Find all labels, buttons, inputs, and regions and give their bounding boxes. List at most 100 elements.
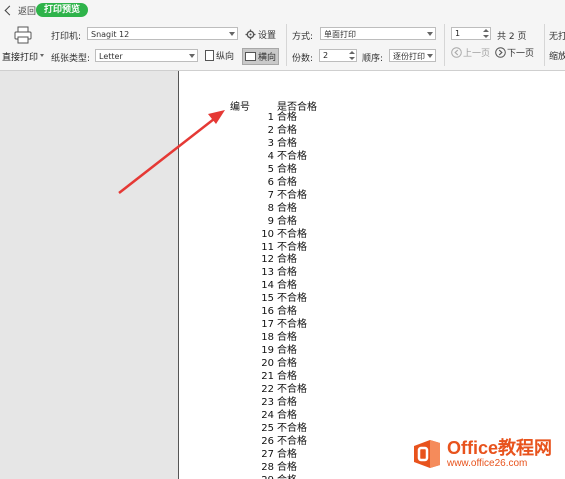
table-row: 3 合格 bbox=[179, 137, 359, 150]
back-button[interactable]: 返回 bbox=[4, 3, 36, 17]
row-pass-status: 合格 bbox=[277, 371, 297, 382]
row-number: 8 bbox=[267, 202, 274, 214]
table-row: 28 合格 bbox=[179, 461, 359, 474]
table-row: 9 合格 bbox=[179, 215, 359, 228]
page-number-stepper[interactable]: 1 bbox=[451, 27, 491, 40]
prev-page-button[interactable]: 上一页 bbox=[451, 46, 490, 59]
table-row: 11 不合格 bbox=[179, 241, 359, 254]
table-row: 5 合格 bbox=[179, 163, 359, 176]
table-row: 6 合格 bbox=[179, 176, 359, 189]
settings-button[interactable]: 设置 bbox=[245, 28, 276, 41]
print-direct-label: 直接打印 bbox=[2, 53, 39, 63]
landscape-button[interactable]: 横向 bbox=[242, 48, 280, 65]
table-row: 23 合格 bbox=[179, 396, 359, 409]
office-logo-icon bbox=[413, 440, 440, 468]
top-bar: 返回 打印预览 bbox=[0, 0, 565, 20]
row-number: 19 bbox=[261, 345, 274, 357]
print-direct-button[interactable]: 直接打印 bbox=[2, 24, 46, 64]
cut-label-top[interactable]: 无打 bbox=[549, 29, 565, 42]
row-pass-status: 合格 bbox=[277, 461, 297, 473]
table-row: 21 合格 bbox=[179, 370, 359, 383]
row-pass-status: 合格 bbox=[277, 409, 297, 421]
separator bbox=[544, 24, 545, 66]
row-pass-status: 不合格 bbox=[277, 228, 307, 240]
row-number: 23 bbox=[261, 396, 274, 408]
arrow-right-circle-icon bbox=[495, 47, 506, 58]
table-row: 25 不合格 bbox=[179, 422, 359, 435]
table-row: 15 不合格 bbox=[179, 292, 359, 305]
table-row: 20 合格 bbox=[179, 357, 359, 370]
next-page-label: 下一页 bbox=[507, 49, 535, 59]
printer-label: 打印机: bbox=[51, 32, 82, 42]
table-row: 16 合格 bbox=[179, 305, 359, 318]
row-number: 6 bbox=[267, 176, 274, 188]
row-number: 11 bbox=[261, 241, 274, 253]
row-number: 18 bbox=[261, 332, 274, 344]
table-row: 8 合格 bbox=[179, 202, 359, 215]
copies-value: 2 bbox=[323, 51, 329, 60]
row-pass-status: 合格 bbox=[277, 306, 297, 318]
prev-page-label: 上一页 bbox=[463, 49, 491, 59]
row-pass-status: 合格 bbox=[277, 358, 297, 370]
portrait-label: 纵向 bbox=[216, 52, 235, 62]
row-number: 20 bbox=[261, 358, 274, 370]
portrait-button[interactable]: 纵向 bbox=[205, 49, 234, 62]
table-row: 2 合格 bbox=[179, 124, 359, 137]
watermark-logo: Office教程网 www.office26.com bbox=[410, 437, 552, 471]
landscape-icon bbox=[245, 52, 256, 61]
row-pass-status: 合格 bbox=[277, 332, 297, 344]
row-number: 7 bbox=[267, 189, 274, 201]
order-select[interactable]: 逐份打印 bbox=[389, 49, 436, 62]
total-pages: 共 2 页 bbox=[497, 32, 527, 42]
preview-left-margin bbox=[0, 71, 177, 479]
printer-value: Snagit 12 bbox=[91, 30, 130, 39]
row-number: 22 bbox=[261, 383, 274, 395]
row-number: 24 bbox=[261, 409, 274, 421]
back-label: 返回 bbox=[18, 6, 37, 17]
row-number: 13 bbox=[261, 267, 274, 279]
copies-stepper[interactable]: 2 bbox=[319, 49, 357, 62]
table-row: 7 不合格 bbox=[179, 189, 359, 202]
row-number: 26 bbox=[261, 435, 274, 447]
table-row: 4 不合格 bbox=[179, 150, 359, 163]
table-row: 13 合格 bbox=[179, 266, 359, 279]
printer-icon bbox=[14, 26, 32, 44]
next-page-button[interactable]: 下一页 bbox=[495, 46, 534, 59]
row-pass-status: 合格 bbox=[277, 254, 297, 266]
table-row: 18 合格 bbox=[179, 331, 359, 344]
row-pass-status: 不合格 bbox=[277, 422, 307, 434]
separator bbox=[286, 24, 287, 66]
row-pass-status: 不合格 bbox=[277, 383, 307, 395]
tab-print-preview[interactable]: 打印预览 bbox=[36, 3, 89, 17]
row-pass-status: 合格 bbox=[277, 124, 297, 136]
row-number: 25 bbox=[261, 422, 274, 434]
row-pass-status: 不合格 bbox=[277, 319, 307, 331]
row-pass-status: 合格 bbox=[277, 448, 297, 460]
paper-value: Letter bbox=[99, 52, 123, 61]
stepper-arrows[interactable] bbox=[483, 28, 489, 39]
stepper-arrows[interactable] bbox=[349, 50, 355, 61]
row-pass-status: 合格 bbox=[277, 396, 297, 408]
row-pass-status: 不合格 bbox=[277, 435, 307, 447]
paper-label: 纸张类型: bbox=[51, 54, 91, 64]
table-row: 12 合格 bbox=[179, 253, 359, 266]
paper-select[interactable]: Letter bbox=[95, 49, 198, 62]
printer-select[interactable]: Snagit 12 bbox=[87, 27, 238, 40]
row-number: 2 bbox=[267, 124, 274, 136]
mode-select[interactable]: 单面打印 bbox=[320, 27, 436, 40]
cut-label-bottom[interactable]: 缩放 bbox=[549, 49, 565, 62]
row-number: 9 bbox=[267, 215, 274, 227]
table-row: 14 合格 bbox=[179, 279, 359, 292]
landscape-label: 横向 bbox=[258, 53, 277, 63]
gear-icon bbox=[245, 29, 256, 40]
row-number: 5 bbox=[267, 163, 274, 175]
row-pass-status: 合格 bbox=[277, 215, 297, 227]
mode-value: 单面打印 bbox=[324, 30, 356, 39]
mode-label: 方式: bbox=[292, 32, 314, 42]
chevron-down-icon bbox=[189, 54, 195, 58]
row-number: 29 bbox=[261, 474, 274, 479]
table-row: 29合格 bbox=[179, 474, 359, 479]
row-number: 16 bbox=[261, 306, 274, 318]
row-number: 3 bbox=[267, 137, 274, 149]
chevron-left-icon bbox=[4, 5, 15, 15]
